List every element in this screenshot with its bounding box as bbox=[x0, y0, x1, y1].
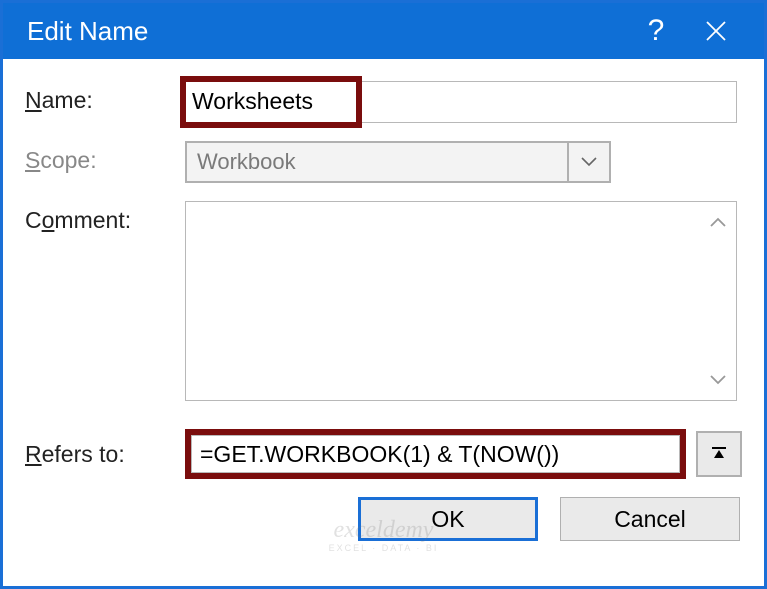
cancel-button[interactable]: Cancel bbox=[560, 497, 740, 541]
name-input-extent[interactable] bbox=[362, 82, 736, 122]
button-row: OK Cancel bbox=[25, 497, 742, 541]
name-label: Name: bbox=[25, 81, 185, 114]
close-icon bbox=[705, 20, 727, 42]
help-button[interactable]: ? bbox=[626, 3, 686, 59]
comment-row: Comment: bbox=[25, 201, 742, 401]
collapse-dialog-button[interactable] bbox=[696, 431, 742, 477]
scope-caret bbox=[567, 143, 609, 181]
ok-button[interactable]: OK bbox=[358, 497, 538, 541]
scroll-up-button[interactable] bbox=[706, 210, 730, 234]
collapse-icon bbox=[709, 444, 729, 464]
scroll-down-button[interactable] bbox=[706, 368, 730, 392]
refers-row: Refers to: bbox=[25, 429, 742, 479]
close-button[interactable] bbox=[686, 3, 746, 59]
help-icon: ? bbox=[648, 14, 665, 48]
dialog-body: Name: Scope: Workbook bbox=[3, 59, 764, 557]
refers-highlight bbox=[185, 429, 686, 479]
dialog-window: Edit Name ? Name: bbox=[0, 0, 767, 589]
scope-dropdown: Workbook bbox=[185, 141, 611, 183]
refers-label: Refers to: bbox=[25, 441, 185, 468]
name-input[interactable] bbox=[186, 82, 356, 120]
refers-input[interactable] bbox=[191, 435, 680, 473]
comment-textarea[interactable] bbox=[185, 201, 737, 401]
chevron-down-icon bbox=[709, 374, 727, 386]
titlebar: Edit Name ? bbox=[3, 3, 764, 59]
name-row: Name: bbox=[25, 81, 742, 123]
scope-row: Scope: Workbook bbox=[25, 141, 742, 183]
comment-label: Comment: bbox=[25, 201, 185, 234]
name-input-container bbox=[185, 81, 737, 123]
chevron-up-icon bbox=[709, 216, 727, 228]
scope-label: Scope: bbox=[25, 141, 185, 174]
dialog-title: Edit Name bbox=[27, 16, 626, 47]
name-highlight bbox=[180, 76, 362, 128]
chevron-down-icon bbox=[581, 157, 597, 167]
scope-value: Workbook bbox=[187, 149, 567, 175]
